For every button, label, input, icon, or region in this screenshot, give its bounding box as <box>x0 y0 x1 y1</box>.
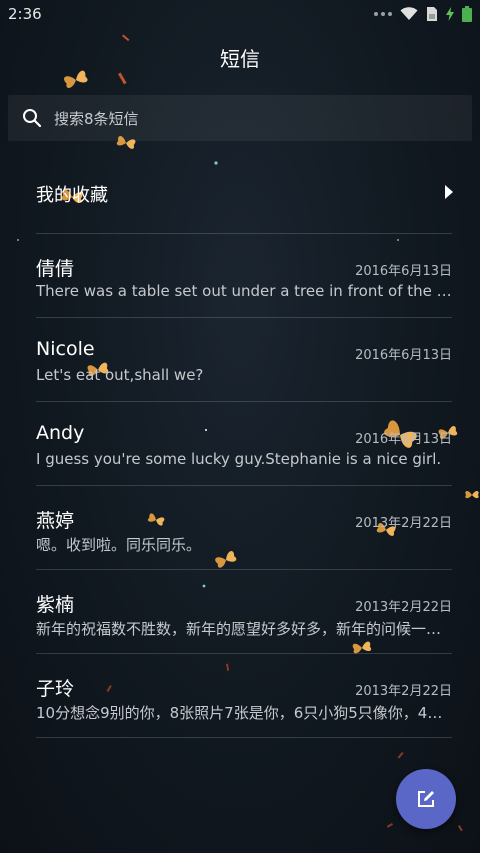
conversation-item[interactable]: Nicole 2016年6月13日 Let's eat out,shall we… <box>0 318 480 402</box>
conversation-date: 2013年2月22日 <box>355 684 452 699</box>
battery-icon <box>462 6 472 22</box>
conversation-preview: 嗯。收到啦。同乐同乐。 <box>36 536 202 554</box>
signal-dots-icon <box>374 12 392 16</box>
conversation-date: 2016年6月13日 <box>355 348 452 363</box>
conversation-date: 2013年2月22日 <box>355 516 452 531</box>
status-icons <box>374 6 472 22</box>
conversation-date: 2016年6月13日 <box>355 264 452 279</box>
conversation-name: 紫楠 <box>36 594 75 616</box>
charging-icon <box>446 7 454 21</box>
conversation-item[interactable]: 倩倩 2016年6月13日 There was a table set out … <box>0 234 480 318</box>
search-placeholder: 搜索8条短信 <box>54 110 139 128</box>
conversation-list: 倩倩 2016年6月13日 There was a table set out … <box>0 234 480 738</box>
compose-button[interactable] <box>396 769 456 829</box>
page-title: 短信 <box>220 47 260 71</box>
conversation-preview: I guess you're some lucky guy.Stephanie … <box>36 450 442 468</box>
conversation-date: 2016年6月13日 <box>355 432 452 447</box>
conversation-preview: 新年的祝福数不胜数，新年的愿望好多好多，新年的问候一句就够 <box>36 620 452 638</box>
status-bar: 2:36 <box>0 0 480 28</box>
conversation-name: 倩倩 <box>36 258 75 280</box>
conversation-name: 燕婷 <box>36 510 75 532</box>
conversation-item[interactable]: Andy 2016年6月13日 I guess you're some luck… <box>0 402 480 486</box>
conversation-date: 2013年2月22日 <box>355 600 452 615</box>
conversation-name: 子玲 <box>36 678 75 700</box>
wifi-icon <box>400 7 418 20</box>
chevron-right-icon <box>445 185 453 199</box>
sim-icon <box>427 7 437 21</box>
conversation-item[interactable]: 子玲 2013年2月22日 10分想念9别的你，8张照片7张是你，6只小狗5只像… <box>0 654 480 738</box>
conversation-item[interactable]: 燕婷 2013年2月22日 嗯。收到啦。同乐同乐。 <box>0 486 480 570</box>
favorites-row[interactable]: 我的收藏 <box>0 150 480 234</box>
conversation-name: Andy <box>36 422 85 444</box>
compose-icon <box>418 791 434 807</box>
conversation-preview: 10分想念9别的你，8张照片7张是你，6只小狗5只像你，4… <box>36 704 443 722</box>
status-time: 2:36 <box>8 5 42 23</box>
favorites-label: 我的收藏 <box>36 185 108 206</box>
search-icon <box>23 109 42 128</box>
conversation-preview: Let's eat out,shall we? <box>36 366 204 384</box>
conversation-item[interactable]: 紫楠 2013年2月22日 新年的祝福数不胜数，新年的愿望好多好多，新年的问候一… <box>0 570 480 654</box>
search-input[interactable]: 搜索8条短信 <box>8 95 472 141</box>
conversation-preview: There was a table set out under a tree i… <box>36 282 452 300</box>
conversation-name: Nicole <box>36 338 95 360</box>
